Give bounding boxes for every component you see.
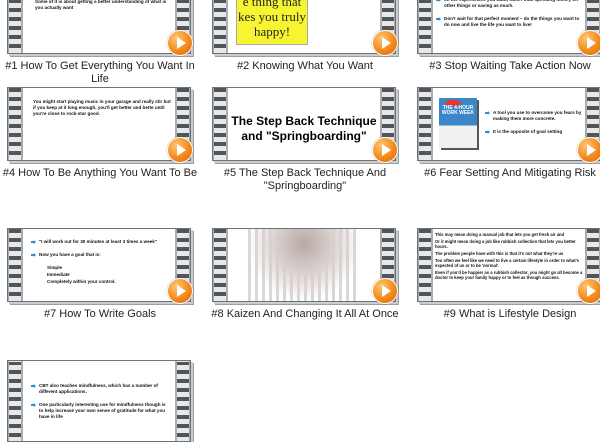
sub-bullet: Completely within your control. [47,279,116,284]
slide-text: Even if you'd be happier as a rubbish co… [435,270,583,280]
slide-text: This may mean doing a manual job that le… [435,232,565,237]
play-icon[interactable] [167,278,193,304]
arrow-bullet-icon [31,403,36,407]
film-strip-left [214,88,226,160]
arrow-bullet-icon [436,0,441,2]
slide-preview: This may mean doing a manual job that le… [433,229,585,301]
play-icon[interactable] [372,30,398,56]
film-strip-right [177,361,189,441]
video-title[interactable]: #8 Kaizen And Changing It All At Once [202,308,408,321]
play-icon[interactable] [372,278,398,304]
arrow-bullet-icon [31,253,36,257]
video-title[interactable]: #2 Knowing What You Want [202,60,408,73]
video-title[interactable]: #9 What is Lifestyle Design [407,308,600,321]
slide-preview: The Step Back Technique and "Springboard… [228,88,380,160]
arrow-bullet-icon [485,130,490,134]
film-strip-left [9,229,21,301]
play-icon[interactable] [577,278,600,304]
play-icon[interactable] [372,137,398,163]
video-title[interactable]: #3 Stop Waiting Take Action Now [407,60,600,73]
slide-text: You might start playing music in your ga… [33,99,171,116]
video-thumbnail[interactable]: You might start playing music in your ga… [7,87,193,163]
bullet: A tool you use to overcome you fears by … [485,110,583,125]
video-thumbnail[interactable]: This may mean doing a manual job that le… [417,228,600,304]
play-icon[interactable] [167,30,193,56]
video-thumbnail[interactable]: on the experiences you want, rather than… [417,0,600,56]
slide-preview: THE 4-HOUR WORK WEEK A tool you use to o… [433,88,585,160]
video-title[interactable]: #5 The Step Back Technique And "Springbo… [202,167,408,193]
arrow-bullet-icon [436,17,441,21]
faded-photo-image [248,229,360,301]
play-icon[interactable] [167,137,193,163]
arrow-bullet-icon [485,111,490,115]
video-thumbnail[interactable]: e thing that kes you truly happy! [212,0,398,56]
bullet: Don't wait for that perfect moment – do … [436,16,581,31]
slide-preview: You might start playing music in your ga… [23,88,175,160]
slide-preview: on the experiences you want, rather than… [433,0,585,53]
video-thumbnail[interactable]: The Step Back Technique and "Springboard… [212,87,398,163]
slide-preview: e thing that kes you truly happy! [228,0,380,53]
video-title[interactable]: #6 Fear Setting And Mitigating Risk [407,167,600,180]
bullet: on the experiences you want, rather than… [436,0,581,12]
book-cover-image: THE 4-HOUR WORK WEEK [439,98,477,148]
arrow-bullet-icon [31,240,36,244]
slide-preview: "I will work out for 30 minutes at least… [23,229,175,301]
slide-preview: CBT also teaches mindfulness, which has … [23,361,175,441]
film-strip-left [419,229,431,301]
play-icon[interactable] [577,30,600,56]
play-icon[interactable] [577,137,600,163]
slide-preview [228,229,380,301]
slide-text: Too often we feel like we need to live a… [435,258,580,268]
bullet: One particularly interesting use for min… [31,402,171,423]
slide-text: Or it might mean doing a job like rubbis… [435,239,576,249]
highlight-box: e thing that kes you truly happy! [236,0,308,45]
video-thumbnail[interactable]: CBT also teaches mindfulness, which has … [7,360,191,442]
bullet: CBT also teaches mindfulness, which has … [31,383,171,398]
slide-preview: Some of it is about getting a better und… [23,0,175,53]
video-thumbnail[interactable]: THE 4-HOUR WORK WEEK A tool you use to o… [417,87,600,163]
film-strip-left [419,88,431,160]
sub-bullet: Immediate [47,272,70,277]
video-thumbnail[interactable]: "I will work out for 30 minutes at least… [7,228,193,304]
bullet: "I will work out for 30 minutes at least… [31,239,171,248]
sub-bullet: Simple [47,265,63,270]
slide-text: The problem people have with this is tha… [435,251,564,256]
video-title[interactable]: #4 How To Be Anything You Want To Be [0,167,203,180]
film-strip-left [214,0,226,53]
film-strip-left [9,361,21,441]
video-title[interactable]: #1 How To Get Everything You Want In Lif… [0,60,203,86]
film-strip-left [9,0,21,53]
slide-title: The Step Back Technique and "Springboard… [231,114,377,143]
film-strip-left [419,0,431,53]
bullet: Now you have a goal that is: [31,252,171,261]
video-thumbnail[interactable] [212,228,398,304]
slide-text: Some of it is about getting a better und… [35,0,167,10]
video-thumbnail[interactable]: Some of it is about getting a better und… [7,0,193,56]
bullet: It is the opposite of goal setting [485,129,583,138]
video-title[interactable]: #7 How To Write Goals [0,308,203,321]
film-strip-left [214,229,226,301]
arrow-bullet-icon [31,384,36,388]
film-strip-left [9,88,21,160]
